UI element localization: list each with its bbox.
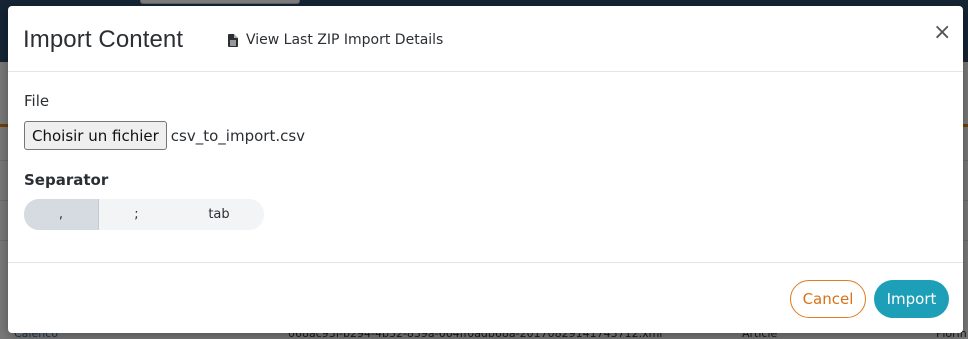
modal-body: File Choisir un fichier csv_to_import.cs… bbox=[24, 92, 944, 230]
modal-title: Import Content bbox=[23, 26, 184, 53]
file-label: File bbox=[24, 92, 50, 110]
selected-file-name: csv_to_import.csv bbox=[170, 126, 306, 145]
import-content-modal: Import Content View Last ZIP Import Deta… bbox=[8, 6, 963, 333]
separator-option-comma[interactable]: , bbox=[24, 199, 99, 230]
file-input: Choisir un fichier csv_to_import.csv bbox=[24, 121, 305, 150]
view-zip-import-link[interactable]: View Last ZIP Import Details bbox=[228, 32, 443, 48]
view-zip-import-label: View Last ZIP Import Details bbox=[246, 32, 444, 48]
close-icon[interactable]: × bbox=[933, 22, 951, 44]
import-button[interactable]: Import bbox=[874, 280, 949, 318]
file-icon bbox=[228, 33, 238, 47]
separator-option-tab[interactable]: tab bbox=[174, 199, 264, 230]
separator-option-semicolon[interactable]: ; bbox=[99, 199, 174, 230]
separator-segmented-control: , ; tab bbox=[24, 199, 264, 230]
cancel-button[interactable]: Cancel bbox=[790, 280, 866, 318]
modal-footer: Cancel Import bbox=[8, 262, 963, 333]
choose-file-button[interactable]: Choisir un fichier bbox=[24, 121, 167, 150]
modal-header: Import Content View Last ZIP Import Deta… bbox=[8, 6, 963, 72]
separator-label: Separator bbox=[24, 171, 109, 189]
